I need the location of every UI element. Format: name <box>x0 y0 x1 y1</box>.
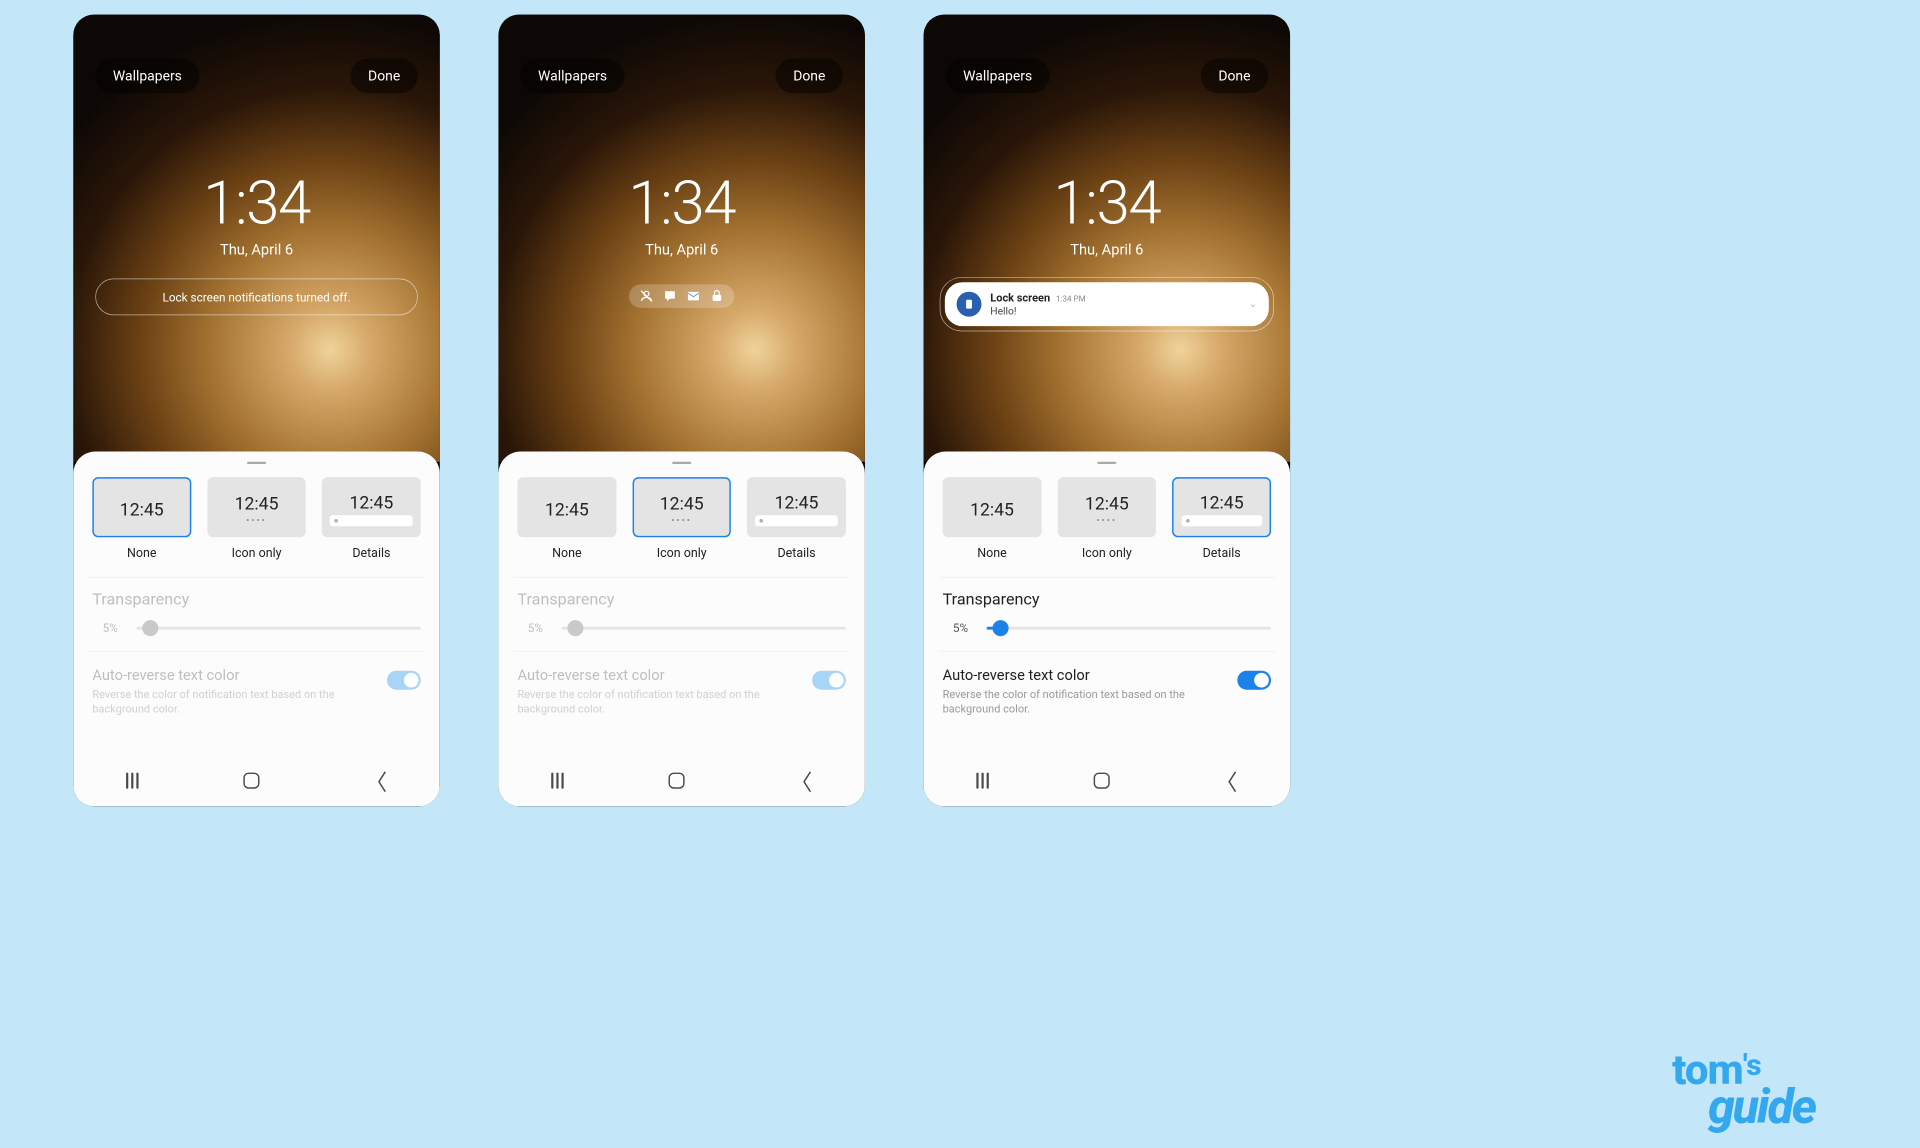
phone-screenshot-1: Wallpapers Done 1:34Thu, April 6 Lock scree… <box>73 15 440 807</box>
transparency-section: Transparency 5% <box>498 578 865 635</box>
home-button[interactable] <box>669 773 685 789</box>
style-label: Icon only <box>207 546 306 561</box>
back-button[interactable]: 〈 <box>365 765 387 797</box>
lock-clock-time: 1:34 <box>924 169 1291 239</box>
style-label: Details <box>322 546 421 561</box>
recents-button[interactable] <box>551 773 563 789</box>
style-option-details[interactable]: 12:45 Details <box>747 477 846 561</box>
notification-card[interactable]: Lock screen 1:34 PM Hello! ⌄ <box>940 277 1274 331</box>
style-label: Icon only <box>632 546 731 561</box>
style-option-icon-only[interactable]: 12:45••••Icon only <box>1057 477 1156 561</box>
style-label: None <box>92 546 191 561</box>
style-option-none[interactable]: 12:45 None <box>943 477 1042 561</box>
wallpapers-button[interactable]: Wallpapers <box>946 59 1050 93</box>
bottom-sheet: 12:45None12:45••••Icon only12:45DetailsT… <box>498 452 865 807</box>
tile-time: 12:45 <box>235 493 279 514</box>
style-label: None <box>517 546 616 561</box>
tile-time: 12:45 <box>775 493 819 514</box>
notification-icons-capsule <box>629 284 735 307</box>
lock-clock-time: 1:34 <box>73 169 440 239</box>
style-label: Icon only <box>1057 546 1156 561</box>
wallpapers-button[interactable]: Wallpapers <box>520 59 624 93</box>
sheet-grabber[interactable] <box>672 462 691 464</box>
style-label: None <box>943 546 1042 561</box>
android-nav-bar: 〈 <box>73 762 440 799</box>
tile-time: 12:45 <box>1200 493 1244 514</box>
android-nav-bar: 〈 <box>498 762 865 799</box>
user-icon <box>639 289 654 304</box>
style-option-none[interactable]: 12:45 None <box>92 477 191 561</box>
auto-reverse-title: Auto-reverse text color <box>92 666 387 684</box>
notif-app-name: Lock screen <box>990 291 1050 304</box>
auto-reverse-desc: Reverse the color of notification text b… <box>517 687 766 717</box>
notif-time: 1:34 PM <box>1056 294 1086 304</box>
chevron-down-icon: ⌄ <box>1248 298 1257 310</box>
back-button[interactable]: 〈 <box>1215 765 1237 797</box>
notifications-off-bubble: Lock screen notifications turned off. <box>95 279 418 316</box>
lock-clock-date: Thu, April 6 <box>924 240 1291 258</box>
transparency-section: Transparency 5% <box>73 578 440 635</box>
lock-clock-time: 1:34 <box>498 169 865 239</box>
auto-reverse-desc: Reverse the color of notification text b… <box>943 687 1192 717</box>
phone-screenshot-2: WallpapersDone1:34Thu, April 612:45None1… <box>498 15 865 807</box>
transparency-slider <box>561 626 845 629</box>
auto-reverse-toggle[interactable] <box>812 671 846 690</box>
style-option-none[interactable]: 12:45 None <box>517 477 616 561</box>
wallpapers-button[interactable]: Wallpapers <box>95 59 199 93</box>
transparency-section: Transparency 5% <box>924 578 1291 635</box>
tile-time: 12:45 <box>1085 493 1129 514</box>
done-button[interactable]: Done <box>776 59 843 93</box>
style-option-icon-only[interactable]: 12:45••••Icon only <box>207 477 306 561</box>
lock-clock-date: Thu, April 6 <box>73 240 440 258</box>
mail-icon <box>686 289 701 304</box>
home-button[interactable] <box>1094 773 1110 789</box>
transparency-title: Transparency <box>943 591 1271 609</box>
tile-time: 12:45 <box>120 499 164 520</box>
transparency-title: Transparency <box>517 591 845 609</box>
auto-reverse-title: Auto-reverse text color <box>517 666 812 684</box>
auto-reverse-desc: Reverse the color of notification text b… <box>92 687 341 717</box>
auto-reverse-title: Auto-reverse text color <box>943 666 1238 684</box>
transparency-value: 5% <box>528 621 549 635</box>
lock-clock-date: Thu, April 6 <box>498 240 865 258</box>
style-option-icon-only[interactable]: 12:45••••Icon only <box>632 477 731 561</box>
home-button[interactable] <box>244 773 260 789</box>
transparency-value: 5% <box>953 621 974 635</box>
recents-button[interactable] <box>976 773 988 789</box>
message-icon <box>663 289 678 304</box>
done-button[interactable]: Done <box>350 59 417 93</box>
tile-time: 12:45 <box>545 499 589 520</box>
style-label: Details <box>747 546 846 561</box>
transparency-slider[interactable] <box>987 626 1271 629</box>
lockscreen-app-icon <box>957 292 982 317</box>
auto-reverse-section: Auto-reverse text color Reverse the color… <box>73 652 440 717</box>
style-option-details[interactable]: 12:45 Details <box>322 477 421 561</box>
transparency-title: Transparency <box>92 591 420 609</box>
auto-reverse-section: Auto-reverse text color Reverse the color… <box>924 652 1291 717</box>
notif-message: Hello! <box>990 306 1239 318</box>
android-nav-bar: 〈 <box>924 762 1291 799</box>
transparency-value: 5% <box>103 621 124 635</box>
auto-reverse-toggle[interactable] <box>1237 671 1271 690</box>
sheet-grabber[interactable] <box>1097 462 1116 464</box>
done-button[interactable]: Done <box>1201 59 1268 93</box>
bottom-sheet: 12:45None12:45••••Icon only12:45DetailsT… <box>924 452 1291 807</box>
auto-reverse-section: Auto-reverse text color Reverse the color… <box>498 652 865 717</box>
watermark-logo: tom's guide <box>1672 1054 1815 1126</box>
tile-time: 12:45 <box>660 493 704 514</box>
back-button[interactable]: 〈 <box>790 765 812 797</box>
auto-reverse-toggle[interactable] <box>387 671 421 690</box>
style-option-details[interactable]: 12:45 Details <box>1172 477 1271 561</box>
tile-time: 12:45 <box>970 499 1014 520</box>
phone-screenshot-3: Wallpapers Done 1:34Thu, April 6 Lock scree… <box>924 15 1291 807</box>
recents-button[interactable] <box>126 773 138 789</box>
sheet-grabber[interactable] <box>247 462 266 464</box>
lock-icon <box>710 289 725 304</box>
bottom-sheet: 12:45None12:45••••Icon only12:45DetailsT… <box>73 452 440 807</box>
transparency-slider <box>136 626 420 629</box>
style-label: Details <box>1172 546 1271 561</box>
tile-time: 12:45 <box>349 493 393 514</box>
